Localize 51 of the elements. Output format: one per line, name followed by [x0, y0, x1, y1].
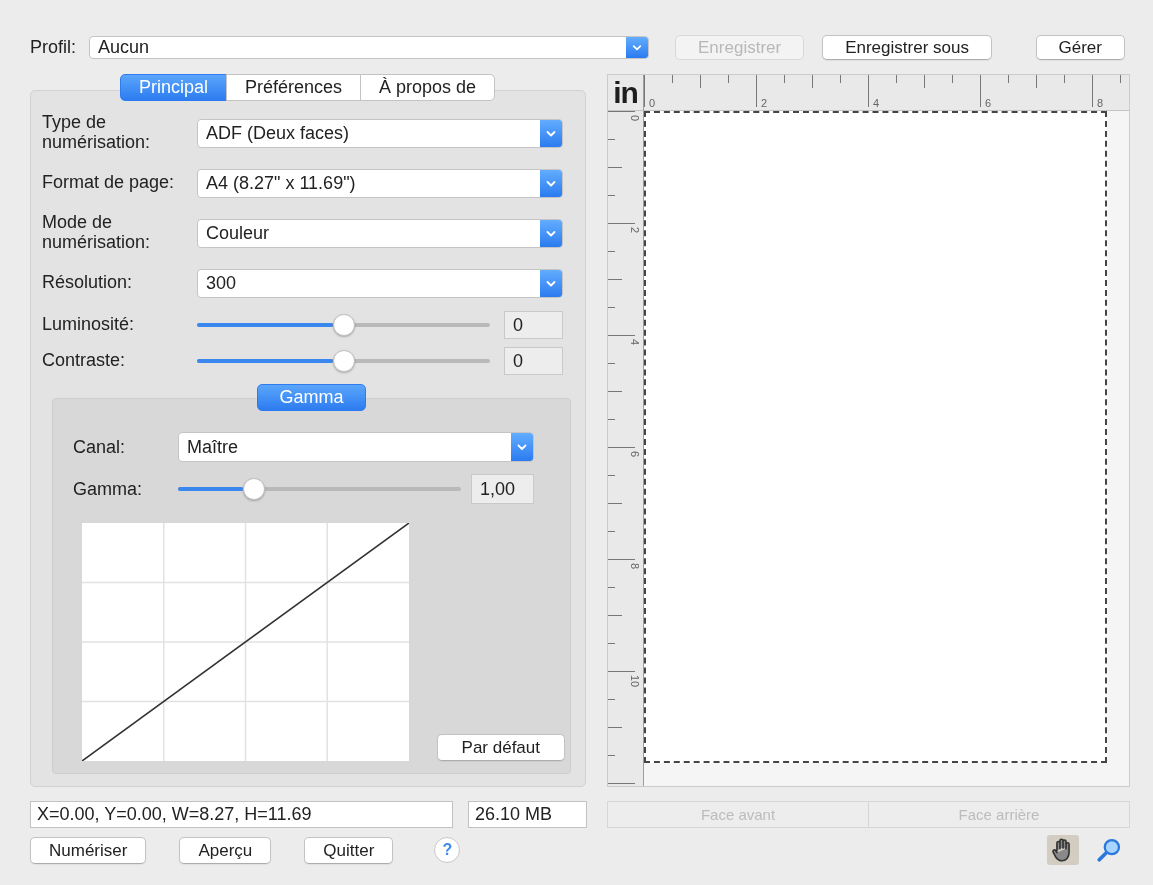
field-label: Luminosité:	[42, 315, 135, 335]
chevron-down-icon	[540, 219, 562, 247]
ruler-label: 8	[629, 563, 641, 570]
value-field[interactable]: 0	[504, 347, 563, 375]
value-field[interactable]: 1,00	[471, 474, 534, 504]
ruler-label: 4	[629, 339, 641, 346]
chevron-down-icon	[626, 36, 648, 58]
value-field[interactable]: 0	[504, 311, 563, 339]
field-label: Canal:	[73, 436, 126, 458]
manage-button[interactable]: Gérer	[1035, 34, 1125, 60]
profile-dropdown[interactable]: Aucun	[89, 35, 649, 59]
tab[interactable]: À propos de	[360, 74, 496, 101]
ruler-label: 4	[873, 97, 880, 109]
magnifier-icon	[1097, 838, 1121, 862]
preview-button[interactable]: Aperçu	[179, 836, 272, 864]
tab[interactable]: Préférences	[225, 74, 361, 101]
field-label: Mode de numérisation:	[42, 213, 152, 253]
ruler-label: 8	[1097, 97, 1104, 109]
save-as-button[interactable]: Enregistrer sous	[822, 34, 992, 60]
setting-dropdown[interactable]: ADF (Deux faces)	[197, 118, 563, 148]
chevron-down-icon	[540, 119, 562, 147]
unit-label: in	[613, 77, 638, 108]
ruler-label: 6	[985, 97, 992, 109]
ruler-label: 0	[649, 97, 656, 109]
file-size-field: 26.10 MB	[468, 800, 587, 828]
ruler-label: 0	[629, 115, 641, 122]
quit-button[interactable]: Quitter	[304, 836, 394, 864]
field-label: Gamma:	[73, 478, 142, 500]
field-label: Contraste:	[42, 351, 126, 371]
field-label: Format de page:	[42, 173, 175, 193]
hand-tool-button[interactable]	[1047, 835, 1079, 865]
ruler-label: 2	[761, 97, 768, 109]
chevron-down-icon	[511, 433, 533, 461]
default-button[interactable]: Par défaut	[436, 734, 565, 761]
field-label: Profil:	[30, 36, 76, 58]
setting-dropdown[interactable]: Couleur	[197, 218, 563, 248]
channel-dropdown[interactable]: Maître	[178, 432, 534, 462]
slider-thumb[interactable]	[332, 314, 355, 336]
ruler-label: 2	[629, 227, 641, 234]
ruler-label: 6	[629, 451, 641, 458]
setting-dropdown[interactable]: 300	[197, 268, 563, 298]
field-label: Type de numérisation:	[42, 113, 152, 153]
slider-thumb[interactable]	[332, 350, 355, 372]
ruler-label: 10	[629, 675, 641, 688]
slider-thumb[interactable]	[243, 478, 266, 500]
selection-info-field: X=0.00, Y=0.00, W=8.27, H=11.69	[30, 800, 453, 828]
chevron-down-icon	[540, 269, 562, 297]
setting-dropdown[interactable]: A4 (8.27" x 11.69")	[197, 168, 563, 198]
field-label: Résolution:	[42, 273, 133, 293]
chevron-down-icon	[540, 169, 562, 197]
scan-button[interactable]: Numériser	[30, 836, 147, 864]
